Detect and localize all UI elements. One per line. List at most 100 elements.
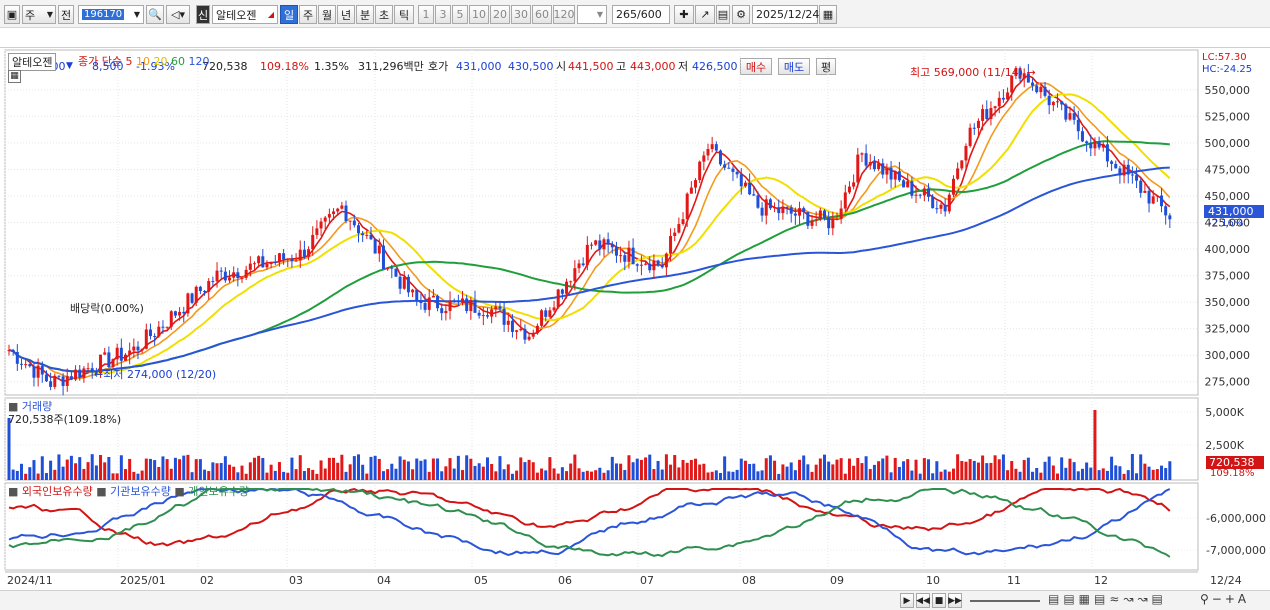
volume-bar	[598, 467, 602, 480]
candle-body	[515, 330, 519, 332]
candle-body	[7, 350, 11, 352]
candle-body	[743, 182, 747, 187]
volume-bar	[552, 468, 556, 480]
candle-body	[506, 320, 510, 325]
num-1[interactable]: 1	[418, 5, 434, 24]
volume-bar	[573, 454, 577, 480]
candle-body	[115, 347, 119, 360]
stock-name[interactable]: 알테오젠 ◢	[212, 5, 278, 24]
volume-bar	[103, 462, 107, 480]
candle-body	[852, 182, 856, 187]
period-select[interactable]: 주 ▼	[22, 5, 56, 24]
x-tick-label: 07	[640, 574, 654, 587]
search-icon[interactable]: 🔍	[146, 5, 164, 24]
current-pct-tag: -2.16%	[1208, 218, 1244, 229]
volume-bar	[57, 454, 61, 480]
volume-bar	[232, 466, 236, 480]
volume-bar	[448, 458, 452, 480]
stock-code-input[interactable]: 196170 ▼	[78, 5, 144, 24]
interval-select[interactable]: ▼	[577, 5, 607, 24]
tab-day[interactable]: 일	[280, 5, 298, 24]
candle-body	[161, 326, 165, 328]
stock-chart-svg[interactable]: 550,000525,000500,000475,000450,000425,0…	[0, 48, 1270, 590]
stop-icon[interactable]: ■	[932, 593, 946, 608]
rewind-icon[interactable]: ◀◀	[916, 593, 930, 608]
tab-tick[interactable]: 틱	[394, 5, 414, 24]
volume-bar	[1064, 467, 1068, 480]
volume-bar	[718, 472, 722, 480]
chart-area[interactable]: 550,000 525,000 500,000 475,000 450,000 425,0…	[0, 48, 1270, 590]
ma20-legend: 20	[153, 55, 168, 68]
tab-month[interactable]: 월	[318, 5, 336, 24]
volume-bar	[1097, 470, 1101, 480]
gear-icon[interactable]: ⚙	[732, 5, 750, 24]
candle-body	[1168, 215, 1172, 220]
volume-bar	[19, 463, 23, 480]
candle-body	[519, 328, 523, 331]
volume-bar	[323, 468, 327, 480]
num-60[interactable]: 60	[532, 5, 552, 24]
grid-icon[interactable]: ▦	[8, 70, 21, 83]
stock-badge: 신	[196, 5, 210, 24]
zoom-slider[interactable]	[970, 594, 1040, 602]
volume-bar	[673, 455, 677, 480]
candle-body	[777, 207, 781, 214]
tab-year[interactable]: 년	[337, 5, 355, 24]
candle-body	[698, 161, 702, 181]
num-20[interactable]: 20	[490, 5, 510, 24]
candle-body	[727, 167, 731, 169]
zoom-icons[interactable]: ⚲−+A	[1200, 592, 1249, 606]
candle-body	[839, 208, 843, 219]
candle-body	[590, 244, 593, 246]
candle-body	[223, 271, 227, 281]
volume-bar	[444, 466, 448, 480]
candle-body	[652, 260, 656, 271]
candle-body	[997, 97, 1001, 107]
save-icon[interactable]: ▤	[716, 5, 730, 24]
candle-body	[406, 276, 410, 293]
volume-bar	[706, 472, 710, 480]
crosshair-icon[interactable]: ✚	[674, 5, 694, 24]
num-3[interactable]: 3	[435, 5, 451, 24]
fast-forward-icon[interactable]: ▶▶	[948, 593, 962, 608]
volume-bar	[656, 461, 660, 480]
volume-tag-pct: 109.18%	[1210, 468, 1255, 479]
play-icon[interactable]: ▶	[900, 593, 914, 608]
volume-bar	[427, 471, 431, 480]
candle-body	[544, 310, 548, 317]
volume-bar	[993, 455, 997, 480]
candle-body	[1035, 85, 1039, 93]
candle-body	[773, 207, 777, 209]
chevron-down-icon[interactable]: ▼	[134, 10, 140, 19]
num-5[interactable]: 5	[452, 5, 468, 24]
tab-week[interactable]: 주	[299, 5, 317, 24]
trend-icon[interactable]: ↗	[695, 5, 715, 24]
count-input[interactable]: 265/600	[612, 5, 670, 24]
candle-body	[394, 268, 398, 277]
num-120[interactable]: 120	[553, 5, 575, 24]
layout-icon[interactable]: ▣	[4, 5, 20, 24]
candle-body	[594, 240, 598, 245]
volume-bar	[461, 470, 465, 480]
num-30[interactable]: 30	[511, 5, 531, 24]
speaker-icon[interactable]: ◁▾	[166, 5, 190, 24]
volume-bar	[1076, 471, 1080, 480]
volume-bar	[527, 459, 531, 480]
volume-bar	[581, 471, 585, 480]
volume-bar	[15, 470, 19, 480]
volume-bar	[115, 473, 119, 480]
ma10-legend: 10	[135, 55, 150, 68]
tab-second[interactable]: 초	[375, 5, 393, 24]
calendar-icon[interactable]: ▦	[819, 5, 837, 24]
date-input[interactable]: 2025/12/24	[752, 5, 819, 24]
chart-tools-icons[interactable]: ▤▤▦▤≈↝↝▤	[1048, 592, 1167, 606]
candle-body	[61, 376, 65, 386]
tab-minute[interactable]: 분	[356, 5, 374, 24]
volume-bar	[65, 459, 69, 480]
volume-bar	[947, 471, 951, 480]
candle-body	[677, 224, 681, 233]
volume-value-text: 720,538주(109.18%)	[8, 413, 122, 426]
prev-button[interactable]: 전	[58, 5, 74, 24]
num-10[interactable]: 10	[469, 5, 489, 24]
candle-body	[415, 289, 419, 301]
